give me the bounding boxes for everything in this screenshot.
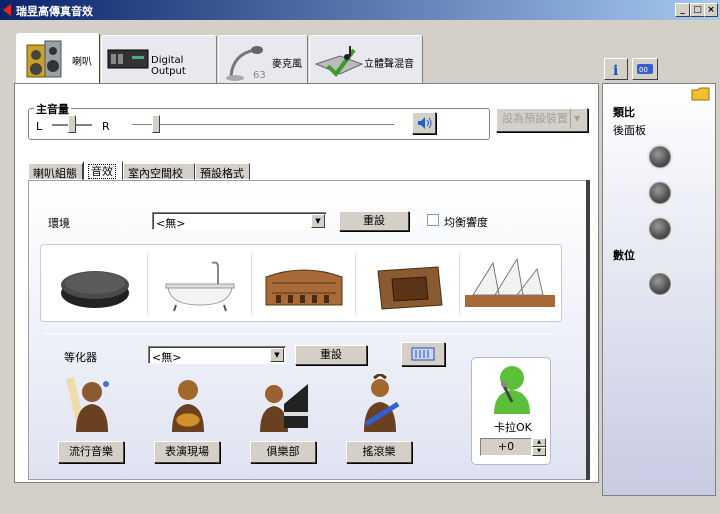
window-title: 瑞昱高傳真音效 — [16, 5, 93, 18]
set-default-device-button[interactable]: 設為預設裝置 ▼ — [496, 108, 588, 132]
equalizer-label: 等化器 — [64, 351, 97, 364]
karaoke-box: 卡拉OK +0 ▲ ▼ — [471, 357, 551, 465]
svg-text:00: 00 — [639, 66, 648, 74]
loudness-checkbox[interactable] — [427, 214, 439, 226]
tab-stereo-mix-label: 立體聲混音 — [364, 59, 414, 70]
tab-stereo-mix[interactable]: 立體聲混音 — [309, 35, 423, 85]
chevron-down-icon: ▼ — [270, 348, 284, 362]
jack-back-1[interactable] — [649, 146, 671, 168]
subtab-speaker-config[interactable]: 喇叭組態 — [28, 163, 83, 180]
close-button[interactable]: × — [704, 3, 718, 17]
live-performance-button[interactable]: 表演現場 — [154, 441, 220, 463]
device-icon: 00 — [637, 64, 653, 74]
subtab-default-format[interactable]: 預設格式 — [195, 163, 250, 180]
back-panel-label: 後面板 — [613, 124, 646, 137]
speakers-icon — [26, 40, 62, 78]
svg-text:i: i — [613, 63, 618, 77]
environment-reset-button[interactable]: 重設 — [339, 211, 409, 231]
speaker-volume-icon — [418, 117, 432, 129]
folder-icon[interactable] — [691, 86, 711, 102]
info-button[interactable]: i — [604, 58, 628, 80]
settings-button[interactable]: 00 — [632, 58, 658, 80]
maximize-button[interactable]: □ — [690, 3, 705, 17]
equalizer-value: <無> — [152, 351, 182, 364]
tab-speakers-label: 喇叭 — [72, 57, 92, 68]
jack-back-2[interactable] — [649, 182, 671, 204]
bathroom-icon[interactable] — [148, 249, 252, 319]
pop-music-button[interactable]: 流行音樂 — [58, 441, 124, 463]
balance-slider-thumb[interactable] — [68, 115, 76, 133]
graphic-eq-button[interactable] — [401, 342, 445, 366]
rock-music-icon[interactable] — [350, 374, 410, 434]
karaoke-down-button[interactable]: ▼ — [532, 447, 546, 456]
colosseum-icon[interactable] — [252, 249, 356, 319]
mute-button[interactable] — [412, 112, 436, 134]
equalizer-reset-button[interactable]: 重設 — [295, 345, 367, 365]
tab-speakers[interactable]: 喇叭 — [16, 33, 100, 85]
padded-room-icon[interactable] — [356, 249, 460, 319]
digital-label: 數位 — [613, 249, 635, 262]
tab-microphone-label: 麥克風 — [272, 59, 302, 70]
environment-presets — [40, 244, 562, 322]
karaoke-value-field[interactable]: +0 — [480, 438, 532, 456]
equalizer-icon — [411, 347, 435, 361]
connector-panel: 類比 後面板 數位 — [602, 83, 716, 496]
pop-music-icon[interactable] — [60, 374, 120, 434]
karaoke-label: 卡拉OK — [494, 421, 532, 434]
svg-text:63: 63 — [253, 70, 266, 81]
karaoke-up-button[interactable]: ▲ — [532, 438, 546, 447]
opera-house-icon[interactable] — [459, 249, 563, 319]
equalizer-select[interactable]: <無> ▼ — [148, 346, 286, 364]
subtab-sound-effects[interactable]: 音效 — [83, 161, 123, 180]
live-performance-icon[interactable] — [158, 374, 218, 434]
info-icon: i — [613, 63, 618, 77]
jack-digital[interactable] — [649, 273, 671, 295]
jack-back-3[interactable] — [649, 218, 671, 240]
subtab-room-correction[interactable]: 室內空間校正 — [123, 163, 195, 196]
set-default-device-label: 設為預設裝置 — [502, 112, 568, 125]
rock-music-button[interactable]: 搖滾樂 — [346, 441, 412, 463]
master-volume-label: 主音量 — [34, 101, 71, 117]
balance-left-label: L — [36, 120, 43, 133]
tab-microphone[interactable]: 63 麥克風 — [218, 35, 308, 85]
app-icon — [3, 4, 11, 16]
subtab-sound-effects-label: 音效 — [88, 164, 116, 179]
loudness-label: 均衡響度 — [444, 216, 488, 229]
tab-digital-output[interactable]: Digital Output — [101, 35, 217, 85]
volume-slider-thumb[interactable] — [152, 115, 160, 133]
digital-output-icon — [107, 49, 149, 69]
environment-label: 環境 — [48, 217, 70, 230]
stone-icon[interactable] — [43, 249, 147, 319]
environment-select[interactable]: <無> ▼ — [152, 212, 327, 230]
microphone-icon: 63 — [226, 46, 266, 81]
stereo-mix-icon — [314, 46, 364, 78]
balance-right-label: R — [102, 120, 110, 133]
club-button[interactable]: 俱樂部 — [250, 441, 316, 463]
minimize-button[interactable]: _ — [675, 3, 690, 17]
analog-label: 類比 — [613, 106, 635, 119]
tab-digital-output-label: Digital Output — [151, 55, 186, 77]
volume-slider-track[interactable] — [132, 124, 394, 126]
environment-value: <無> — [156, 217, 186, 230]
karaoke-singer-icon — [494, 366, 530, 414]
club-icon[interactable] — [254, 374, 314, 434]
chevron-down-icon: ▼ — [311, 214, 325, 228]
chevron-down-icon: ▼ — [574, 114, 581, 123]
title-bar: 瑞昱高傳真音效 _ □ × — [0, 0, 720, 20]
